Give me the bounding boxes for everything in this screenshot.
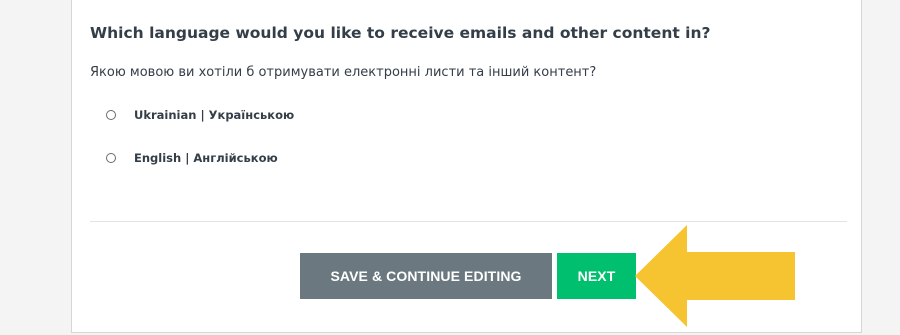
option-label-ukrainian: Ukrainian | Українською (134, 108, 295, 122)
radio-button-ukrainian[interactable] (106, 110, 116, 120)
next-button[interactable]: NEXT (557, 253, 636, 299)
option-label-english: English | Англійською (134, 151, 278, 165)
save-continue-editing-button[interactable]: SAVE & CONTINUE EDITING (300, 253, 552, 299)
radio-button-english[interactable] (106, 153, 116, 163)
option-english[interactable]: English | Англійською (106, 148, 278, 168)
divider (90, 221, 847, 222)
question-subtitle: Якою мовою ви хотіли б отримувати електр… (90, 65, 597, 80)
arrow-left-icon (635, 225, 795, 327)
question-title: Which language would you like to receive… (90, 24, 711, 42)
option-ukrainian[interactable]: Ukrainian | Українською (106, 105, 294, 125)
arrow-shape (635, 225, 795, 327)
